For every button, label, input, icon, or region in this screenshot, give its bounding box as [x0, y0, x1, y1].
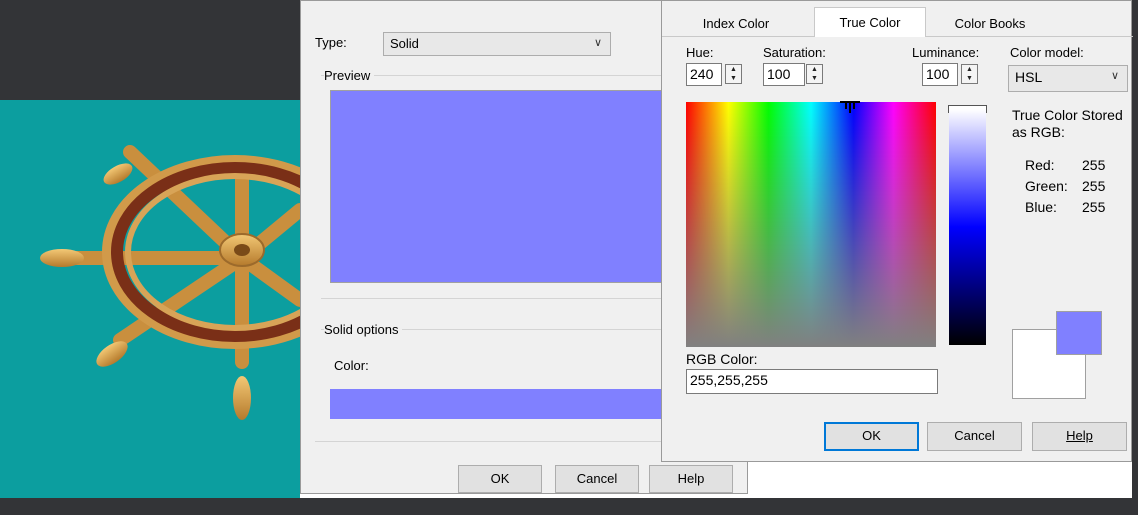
model-viewport[interactable]	[0, 100, 300, 498]
tab-true-color[interactable]: True Color	[814, 7, 926, 37]
type-dropdown[interactable]: Solid ∨	[383, 32, 611, 56]
ok-button[interactable]: OK	[824, 422, 919, 451]
rgb-color-label: RGB Color:	[686, 351, 758, 367]
viewport-top-bar	[0, 0, 300, 100]
select-color-dialog: Index Color True Color Color Books Hue: …	[661, 0, 1133, 462]
preview-group-label: Preview	[324, 68, 375, 83]
cancel-button[interactable]: Cancel	[927, 422, 1022, 451]
type-label: Type:	[315, 35, 347, 50]
viewport-bottom-bar	[0, 498, 1138, 515]
hue-label: Hue:	[686, 45, 714, 60]
rgb-color-input[interactable]: 255,255,255	[686, 369, 938, 394]
help-button[interactable]: Help	[1032, 422, 1127, 451]
solid-options-label: Solid options	[324, 322, 403, 337]
preview-swatch	[330, 90, 666, 283]
chevron-down-icon: ∨	[593, 37, 602, 49]
green-value: 255	[1082, 178, 1106, 194]
luminance-label: Luminance:	[912, 45, 980, 60]
hue-input[interactable]: 240	[686, 63, 722, 86]
luminance-input[interactable]: 100	[922, 63, 958, 86]
help-button[interactable]: Help	[649, 465, 733, 493]
type-dropdown-value: Solid	[390, 36, 419, 51]
luminance-bar[interactable]	[949, 109, 986, 345]
true-color-stored-label: True Color Stored as RGB:	[1012, 107, 1123, 140]
saturation-input[interactable]: 100	[763, 63, 805, 86]
saturation-spinner[interactable]: ▲ ▼	[806, 64, 823, 84]
blue-value: 255	[1082, 199, 1106, 215]
saturation-label: Saturation:	[763, 45, 826, 60]
green-label: Green:	[1025, 178, 1068, 194]
red-value: 255	[1082, 157, 1106, 173]
chevron-down-icon: ∨	[1110, 70, 1119, 82]
color-model-label: Color model:	[1010, 45, 1084, 60]
tab-color-books[interactable]: Color Books	[932, 10, 1048, 36]
color-label: Color:	[334, 358, 369, 373]
ok-button[interactable]: OK	[458, 465, 542, 493]
background-edge	[1132, 0, 1138, 498]
red-label: Red:	[1025, 157, 1055, 173]
new-color-swatch	[1056, 311, 1102, 355]
cancel-button[interactable]: Cancel	[555, 465, 639, 493]
blue-label: Blue:	[1025, 199, 1057, 215]
luminance-spinner[interactable]: ▲ ▼	[961, 64, 978, 84]
hue-spinner[interactable]: ▲ ▼	[725, 64, 742, 84]
color-model-value: HSL	[1015, 69, 1043, 85]
ship-wheel-model	[40, 145, 300, 420]
tab-index-color[interactable]: Index Color	[686, 10, 786, 36]
color-spectrum[interactable]	[686, 102, 936, 347]
color-swatch-button[interactable]	[330, 389, 666, 419]
spectrum-crosshair-icon	[838, 100, 862, 114]
color-model-dropdown[interactable]: HSL ∨	[1008, 65, 1128, 92]
